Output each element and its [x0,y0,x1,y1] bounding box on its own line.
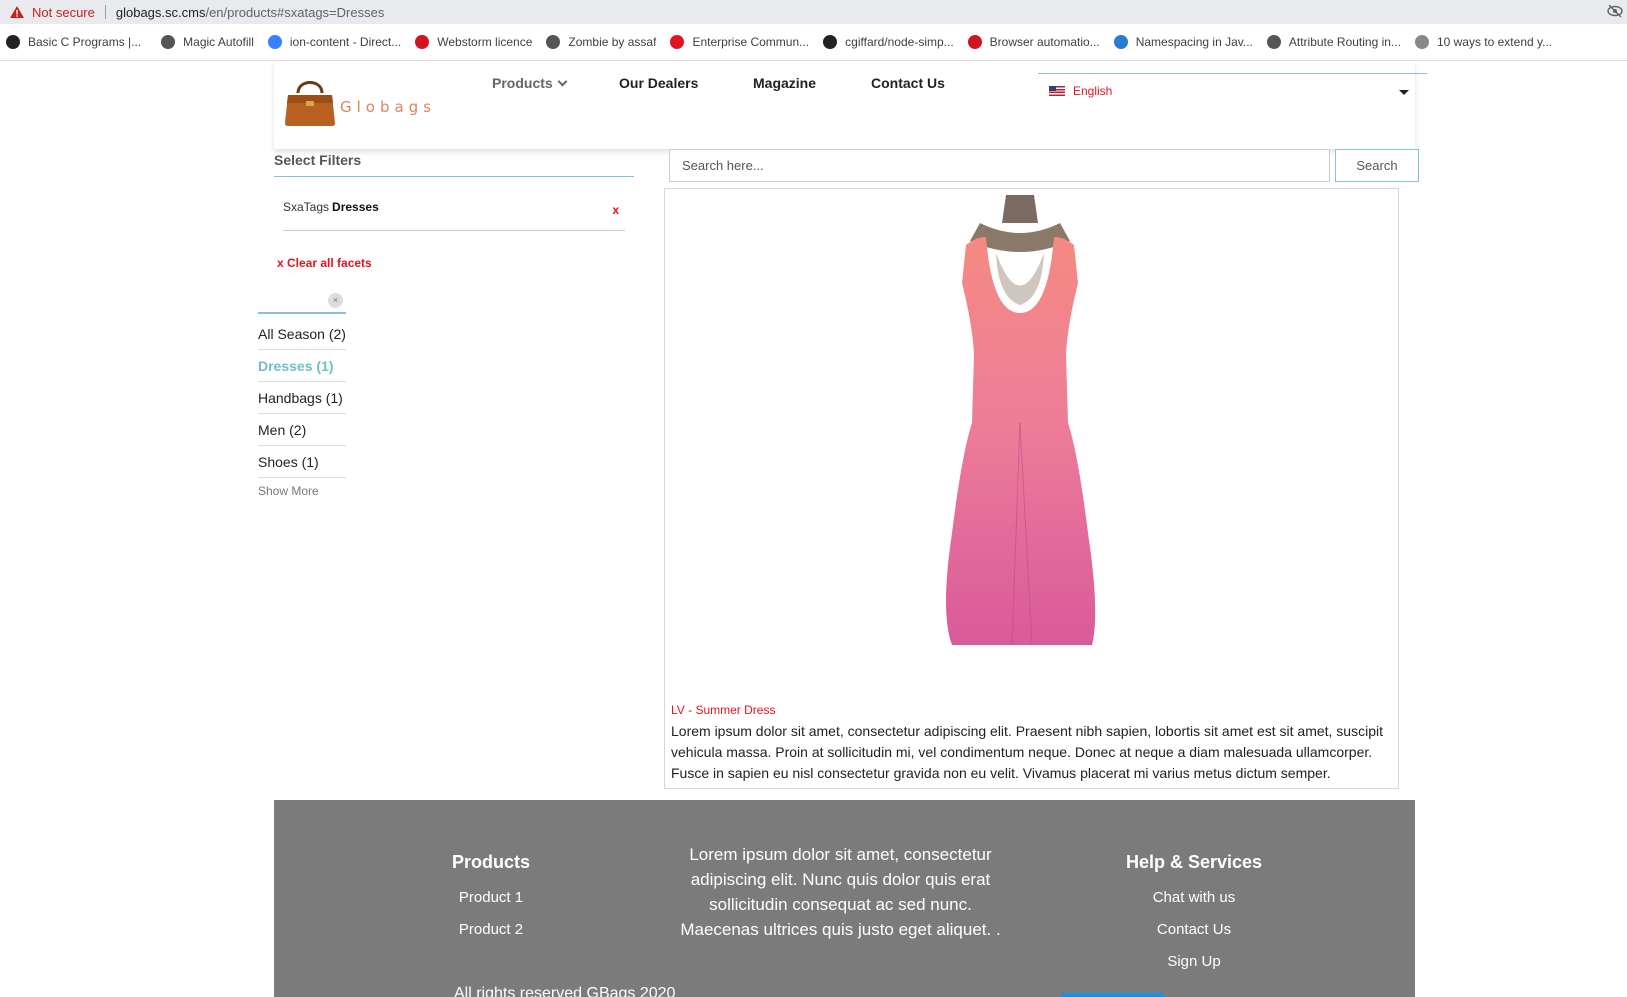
c-red-icon [415,35,430,49]
active-facet-key: SxaTags [283,200,330,214]
site-logo[interactable]: Globags [284,73,436,127]
ionic-icon [267,35,282,49]
chevron-down-icon [557,76,568,87]
footer-products-title: Products [451,852,530,872]
active-facet: SxaTags Dresses x [283,200,625,231]
footer-link-chat[interactable]: Chat with us [1114,889,1274,906]
bookmark-label: Basic C Programs |... [28,35,142,49]
bookmark-label: Enterprise Commun... [692,35,810,49]
remove-facet-button[interactable]: x [612,203,619,217]
category-facet-item[interactable]: Handbags (1) [258,382,346,414]
product-card[interactable]: LV - Summer Dress Lorem ipsum dolor sit … [664,188,1399,789]
category-facet-item[interactable]: Dresses (1) [258,350,346,382]
site-footer: Products Product 1 Product 2 Lorem ipsum… [274,800,1415,997]
url-host[interactable]: globags.sc.cms [116,5,206,20]
security-label[interactable]: Not secure [32,5,95,20]
active-facet-value: Dresses [332,200,379,214]
bookmark-item[interactable]: Namespacing in Jav... [1113,35,1253,49]
bookmark-item[interactable]: Attribute Routing in... [1266,35,1401,49]
eye-slash-icon[interactable] [1607,4,1623,21]
bookmark-label: ion-content - Direct... [289,35,402,49]
clear-all-facets-link[interactable]: x Clear all facets [277,256,372,270]
footer-help-title: Help & Services [1125,852,1263,872]
caret-down-icon [1399,90,1409,95]
product-title[interactable]: LV - Summer Dress [671,703,775,717]
bookmark-label: cgiffard/node-simp... [845,35,954,49]
globe-icon [1266,35,1281,49]
handbag-logo-icon [285,81,335,126]
bookmark-item[interactable]: ion-content - Direct... [267,35,402,49]
site-header: Globags Products Our Dealers Magazine Co… [274,61,1427,149]
show-more-link[interactable]: Show More [258,484,319,498]
bookmark-item[interactable]: Webstorm licence [415,35,532,49]
select-filters-title: Select Filters [274,152,634,177]
bookmarks-bar: Basic C Programs |... Magic Autofill ion-c… [0,24,1627,61]
category-facet-item[interactable]: Shoes (1) [258,446,346,478]
footer-link-signup[interactable]: Sign Up [1114,953,1274,970]
nav-magazine[interactable]: Magazine [753,75,816,91]
footer-link-product-1[interactable]: Product 1 [441,889,541,906]
clear-input-icon[interactable]: × [328,293,343,308]
search-input[interactable] [669,149,1330,182]
bookmark-item[interactable]: cgiffard/node-simp... [823,35,954,49]
nav-products[interactable]: Products [492,75,568,91]
us-flag-icon [1049,85,1065,96]
category-facet-item[interactable]: Men (2) [258,414,346,446]
search-button[interactable]: Search [1335,149,1419,182]
category-facet-list: All Season (2) Dresses (1) Handbags (1) Men… [258,318,346,478]
bookmark-item[interactable]: Zombie by assaf [546,35,656,49]
language-label: English [1073,83,1113,98]
footer-link-product-2[interactable]: Product 2 [441,921,541,938]
bookmark-item[interactable]: Basic C Programs |... [6,35,141,49]
footer-action-button[interactable] [1061,993,1165,997]
ad-icon [967,35,982,49]
warning-icon [10,6,24,18]
language-selector[interactable]: English [1038,73,1427,107]
github-icon [823,35,838,49]
bookmark-label: Magic Autofill [183,35,254,49]
bookmark-label: Namespacing in Jav... [1135,35,1253,49]
bookmark-label: 10 ways to extend y... [1436,35,1553,49]
url-path[interactable]: /en/products#sxatags=Dresses [205,5,384,20]
bookmark-item[interactable]: 10 ways to extend y... [1414,35,1553,49]
footer-copyright: All rights reserved GBags 2020 [454,985,676,997]
category-facet-item[interactable]: All Season (2) [258,318,346,350]
ring-icon [670,35,685,49]
footer-about-text: Lorem ipsum dolor sit amet, consectetur … [680,845,1001,939]
nav-our-dealers[interactable]: Our Dealers [619,75,698,91]
bookmark-item[interactable]: Magic Autofill [161,35,254,49]
bookmark-label: Webstorm licence [437,35,533,49]
address-divider [104,5,106,19]
bookmark-label: Browser automatio... [989,35,1100,49]
circle-record-icon [6,35,20,49]
nav-products-label: Products [492,75,553,91]
logo-text: Globags [340,98,437,116]
facet-search-input[interactable]: × [258,292,346,314]
bookmark-label: Attribute Routing in... [1288,35,1401,49]
pink-dress-image[interactable] [900,193,1140,663]
product-description: Lorem ipsum dolor sit amet, consectetur … [671,723,1383,781]
footer-link-contact[interactable]: Contact Us [1114,921,1274,938]
nav-contact-us[interactable]: Contact Us [871,75,945,91]
avatar-icon [1414,35,1429,49]
globe-icon [161,35,176,49]
browser-address-bar[interactable]: Not secure globags.sc.cms/en/products#sx… [0,0,1627,24]
bookmark-item[interactable]: Browser automatio... [967,35,1100,49]
globe-icon [546,35,561,49]
wordpress-icon [1113,35,1128,49]
bookmark-item[interactable]: Enterprise Commun... [670,35,809,49]
bookmark-label: Zombie by assaf [568,35,657,49]
